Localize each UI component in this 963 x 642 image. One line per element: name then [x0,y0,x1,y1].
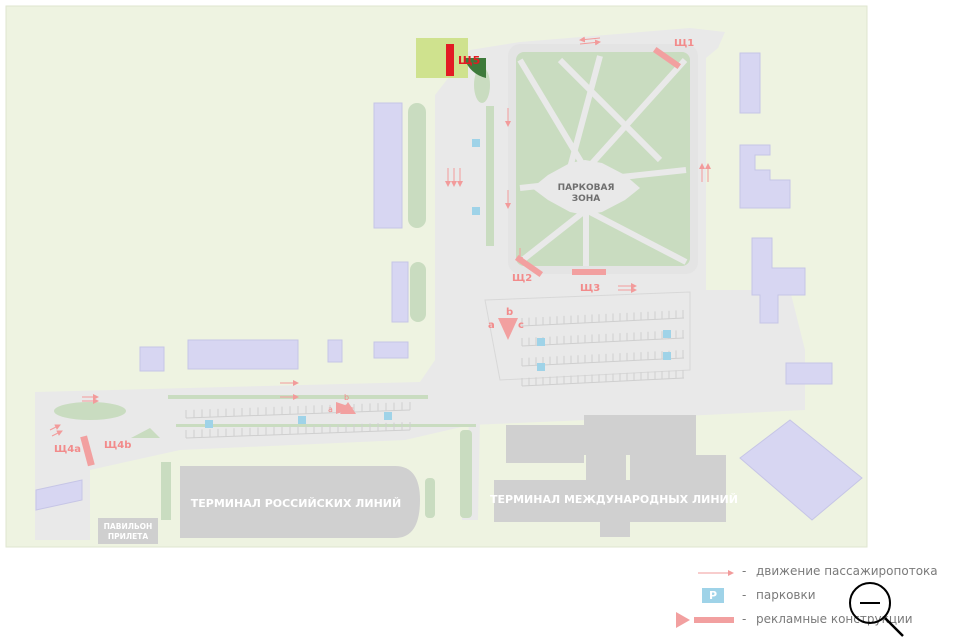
ad-sh5-label: Щ5 [458,54,480,67]
pavilion-label-2: ПРИЛЕТА [108,532,149,541]
parking-marker [663,352,671,360]
legend: - движение пассажиропотока P - парковки … [676,560,963,637]
ad-sh1-label: Щ1 [674,38,694,49]
ad-sh4a-label: Щ4a [54,444,81,455]
ad-sh3-bar [572,269,606,275]
parking-marker [298,416,306,424]
ad-structure-icon [676,612,734,628]
ad-sh5-bar [446,44,454,76]
terminal-international-label: ТЕРМИНАЛ МЕЖДУНАРОДНЫХ ЛИНИЙ [490,493,738,506]
parking-icon: P [702,588,724,603]
airport-map: ПАРКОВАЯ ЗОНА ТЕРМИНАЛ РОССИЙСКИХ ЛИНИЙ … [5,5,868,548]
zoom-out-button[interactable] [845,578,905,638]
ad-b-small: b [344,393,349,402]
ad-a-label: a [488,320,495,331]
flow-arrow-icon [698,570,734,576]
ad-b-label: b [506,307,513,318]
ad-sh3-label: Щ3 [580,283,600,294]
parking-marker [472,207,480,215]
ad-sh2-label: Щ2 [512,273,532,284]
ad-a-small: a [328,405,333,414]
parking-marker [205,420,213,428]
legend-flow-text: движение пассажиропотока [756,564,938,578]
legend-dash: - [742,588,747,602]
parking-marker [537,363,545,371]
pavilion-label-1: ПАВИЛЬОН [104,522,153,531]
ad-c-label: c [518,320,524,331]
parking-marker [472,139,480,147]
park-zone-label-1: ПАРКОВАЯ [558,183,615,193]
arrival-pavilion: ПАВИЛЬОН ПРИЛЕТА [98,518,158,544]
ad-sh4b-label: Щ4b [104,440,131,451]
parking-marker [663,330,671,338]
legend-parking-text: парковки [756,588,816,602]
park-zone-block: ПАРКОВАЯ ЗОНА [508,44,698,274]
parking-marker [384,412,392,420]
legend-dash: - [742,564,747,578]
park-zone-label-2: ЗОНА [572,194,601,204]
terminal-russian: ТЕРМИНАЛ РОССИЙСКИХ ЛИНИЙ [180,466,420,538]
zoom-out-icon [849,582,904,637]
parking-marker [537,338,545,346]
terminal-russian-label: ТЕРМИНАЛ РОССИЙСКИХ ЛИНИЙ [191,497,401,510]
legend-dash: - [742,612,747,626]
